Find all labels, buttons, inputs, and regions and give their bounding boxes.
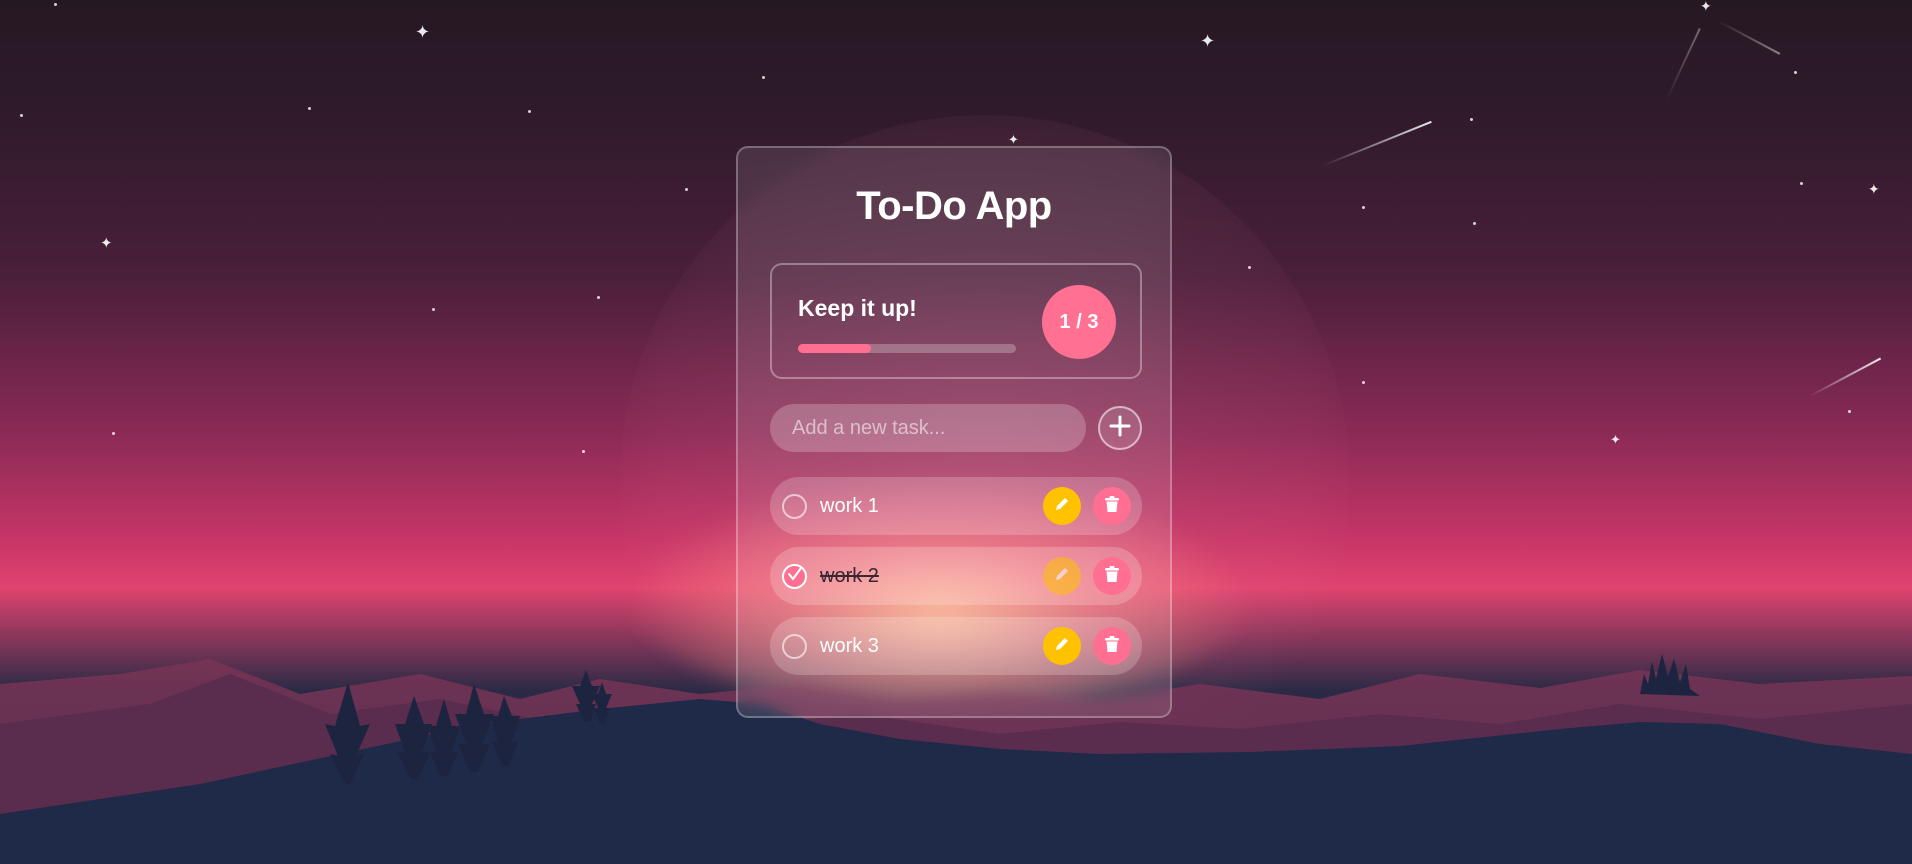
- star: [1473, 222, 1476, 225]
- stats-message: Keep it up!: [798, 295, 917, 321]
- star: [54, 3, 57, 6]
- task-label: work 3: [820, 635, 879, 657]
- add-task-button[interactable]: [1098, 406, 1142, 450]
- task-counter-badge: 1 / 3: [1042, 285, 1116, 359]
- stats-panel: Keep it up! 1 / 3: [770, 263, 1142, 379]
- star: ✦: [1700, 0, 1712, 15]
- star: ✦: [1200, 31, 1216, 52]
- task-label: work 1: [820, 495, 879, 517]
- add-task-form: [770, 404, 1142, 452]
- delete-task-button[interactable]: [1093, 557, 1131, 595]
- star: [1362, 206, 1365, 209]
- star: [582, 450, 585, 453]
- trash-icon: [1104, 565, 1120, 588]
- star: [1470, 118, 1473, 121]
- task-item: work 2: [770, 547, 1142, 605]
- star: [685, 188, 688, 191]
- todo-card: To-Do App Keep it up! 1 / 3 work 1: [736, 146, 1172, 718]
- star: ✦: [1610, 433, 1621, 448]
- task-checkbox[interactable]: [782, 564, 807, 589]
- star: ✦: [415, 22, 431, 43]
- star: [432, 308, 435, 311]
- edit-task-button[interactable]: [1043, 557, 1081, 595]
- star: [20, 114, 23, 117]
- shooting-star: [1321, 120, 1432, 167]
- star: ✦: [100, 234, 113, 252]
- trash-icon: [1104, 635, 1120, 658]
- checkmark-icon: [787, 566, 803, 587]
- plus-icon: [1109, 415, 1131, 442]
- task-item: work 1: [770, 477, 1142, 535]
- star: [597, 296, 600, 299]
- shooting-star: [1717, 20, 1781, 55]
- star: ✦: [1868, 182, 1880, 198]
- star: [308, 107, 311, 110]
- task-label: work 2: [820, 565, 879, 587]
- star: [1800, 182, 1803, 185]
- trash-icon: [1104, 495, 1120, 518]
- delete-task-button[interactable]: [1093, 487, 1131, 525]
- task-item: work 3: [770, 617, 1142, 675]
- shooting-star: [1665, 28, 1701, 102]
- star: [1794, 71, 1797, 74]
- star: [762, 76, 765, 79]
- edit-task-button[interactable]: [1043, 487, 1081, 525]
- new-task-input[interactable]: [770, 404, 1086, 452]
- pencil-icon: [1053, 565, 1071, 588]
- star: [1848, 410, 1851, 413]
- delete-task-button[interactable]: [1093, 627, 1131, 665]
- star: [112, 432, 115, 435]
- star: [1248, 266, 1251, 269]
- star: [1362, 381, 1365, 384]
- shooting-star: [1809, 357, 1882, 397]
- app-title: To-Do App: [856, 184, 1052, 228]
- pencil-icon: [1053, 495, 1071, 518]
- pencil-icon: [1053, 635, 1071, 658]
- progress-bar: [798, 344, 1016, 353]
- edit-task-button[interactable]: [1043, 627, 1081, 665]
- star: [528, 110, 531, 113]
- task-checkbox[interactable]: [782, 634, 807, 659]
- progress-bar-fill: [798, 344, 871, 353]
- task-checkbox[interactable]: [782, 494, 807, 519]
